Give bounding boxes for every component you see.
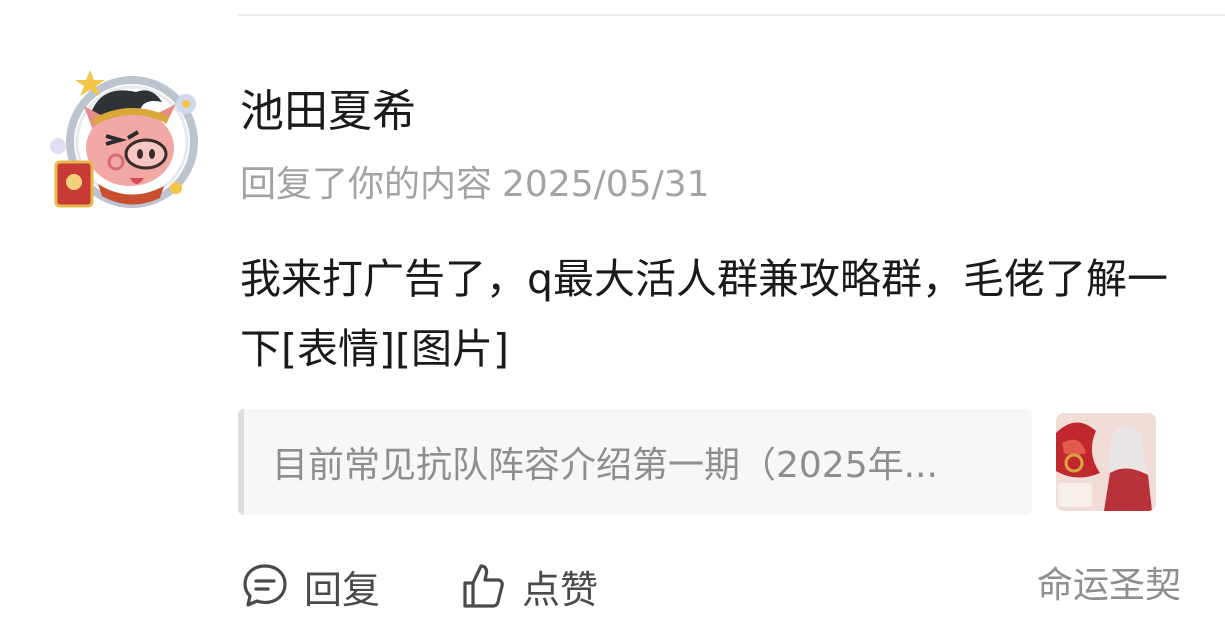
author-name[interactable]: 池田夏希 [240, 84, 416, 140]
like-label: 点赞 [522, 567, 599, 612]
comment-text[interactable]: 我来打广告了，q最大活人群兼攻略群，毛佬了解一下[表情][图片] [240, 244, 1180, 384]
comment-date: 2025/05/31 [502, 164, 710, 205]
reply-action-text: 回复了你的内容 [240, 164, 493, 205]
avatar-pig-image [50, 70, 198, 208]
reply-label: 回复 [304, 567, 381, 612]
chat-bubble-icon [243, 564, 287, 607]
game-tag[interactable]: 命运圣契 [1037, 556, 1181, 616]
reply-button[interactable]: 回复 [240, 556, 380, 616]
top-divider [238, 14, 1225, 16]
like-button[interactable]: 点赞 [458, 556, 598, 616]
thumbs-up-icon [463, 564, 504, 608]
quoted-post-title: 目前常见抗队阵容介绍第一期（2025年... [272, 445, 938, 486]
thumbnail-artwork [1056, 413, 1156, 511]
comment-meta: 回复了你的内容 2025/05/31 [240, 162, 710, 208]
comment-actions: 回复 点赞 命运圣契 [0, 556, 1225, 616]
quoted-post-thumbnail[interactable] [1056, 413, 1156, 511]
quoted-post-card[interactable]: 目前常见抗队阵容介绍第一期（2025年... [238, 409, 1032, 515]
avatar[interactable] [40, 66, 208, 216]
